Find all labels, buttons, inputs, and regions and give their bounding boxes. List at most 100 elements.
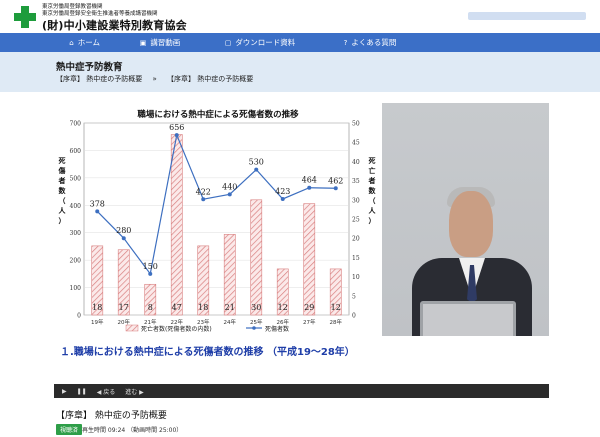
nav-home[interactable]: ⌂ ホーム [0, 33, 130, 52]
line-value-label: 423 [275, 187, 290, 196]
bar [303, 203, 316, 316]
play-icon[interactable]: ▶ [62, 388, 67, 395]
document-icon: ▢ [224, 38, 232, 47]
bar-value-label: 12 [331, 303, 341, 312]
logo-cross-icon[interactable] [14, 6, 36, 28]
breadcrumb-separator: » [152, 75, 157, 83]
y-axis-label-char: 人 [59, 206, 67, 215]
nav-faq-label: よくある質問 [351, 38, 397, 47]
x-tick-label: 21年 [144, 318, 157, 326]
nav-videos[interactable]: ▣ 講習動画 [130, 33, 190, 52]
x-tick-label: 22年 [171, 318, 184, 326]
breadcrumb-item-2: 【序章】 熱中症の予防概要 [167, 75, 254, 83]
y2-tick-label: 5 [352, 293, 356, 300]
nav-downloads-label: ダウンロード資料 [235, 38, 296, 47]
y2-axis-label-char: （ [369, 197, 376, 205]
line-point [174, 133, 179, 138]
x-tick-label: 24年 [224, 318, 237, 326]
bar-value-label: 18 [198, 303, 208, 312]
video-player[interactable]: 職場における熱中症による死傷者数の推移 死傷者数（人） 死亡者数（人） 0 100… [54, 103, 549, 398]
page-header: 熱中症予防教育 【序章】 熱中症の予防概要 » 【序章】 熱中症の予防概要 [0, 52, 600, 92]
video-icon: ▣ [139, 38, 147, 47]
line-point [201, 197, 206, 202]
nav-downloads[interactable]: ▢ ダウンロード資料 [190, 33, 310, 52]
line-value-label: 464 [302, 176, 317, 185]
y-axis-label-char: （ [59, 197, 66, 205]
lesson-title: 【序章】 熱中症の予防概要 [56, 411, 167, 421]
series-line [96, 132, 336, 276]
line-value-label: 656 [169, 123, 184, 132]
y2-axis-label-char: 人 [369, 206, 377, 215]
legend-line-marker [252, 326, 256, 330]
forward-button[interactable]: 進む ▶ [125, 387, 144, 396]
line-point [280, 196, 285, 201]
y2-tick-label: 20 [352, 236, 360, 243]
y-tick-label: 500 [70, 175, 82, 182]
legend-bar-label: 死亡者数(死傷者数の内数) [141, 325, 212, 333]
y-axis-label-char: 傷 [58, 166, 66, 175]
y2-tick-label: 0 [352, 313, 356, 320]
bar-value-label: 18 [92, 303, 102, 312]
y2-tick-label: 35 [352, 178, 360, 185]
line-value-label: 422 [196, 187, 211, 196]
y2-tick-label: 30 [352, 197, 360, 204]
y-tick-label: 300 [70, 230, 82, 237]
x-tick-label: 23年 [197, 318, 210, 326]
y-axis-label-char: ） [59, 217, 66, 225]
line-value-label: 462 [328, 176, 343, 185]
lecture-slide: 職場における熱中症による死傷者数の推移 死傷者数（人） 死亡者数（人） 0 100… [54, 103, 382, 336]
y-tick-label: 0 [77, 313, 81, 320]
pause-icon[interactable]: ❚❚ [77, 388, 87, 395]
y-tick-label: 400 [70, 203, 82, 210]
bar-value-label: 17 [119, 303, 129, 312]
y2-tick-label: 40 [352, 159, 360, 166]
line-point [227, 192, 232, 197]
line-point [254, 167, 259, 172]
line-value-label: 440 [222, 182, 237, 191]
play-time-info: 再生時間 09:24 （動画時間 25:00） [82, 427, 183, 434]
bar-value-label: 21 [225, 303, 235, 312]
y-tick-label: 600 [70, 148, 82, 155]
line-value-label: 280 [116, 226, 131, 235]
x-tick-label: 27年 [303, 318, 316, 326]
line-point [148, 271, 153, 276]
casualty-chart: 職場における熱中症による死傷者数の推移 死傷者数（人） 死亡者数（人） 0100… [58, 109, 377, 333]
main-nav: ⌂ ホーム ▣ 講習動画 ▢ ダウンロード資料 ? よくある質問 [0, 33, 600, 52]
watched-badge: 視聴済 [56, 424, 83, 435]
bar [250, 199, 263, 316]
y2-tick-label: 50 [352, 121, 360, 128]
y2-tick-label: 15 [352, 255, 360, 262]
line-point [333, 186, 338, 191]
bar [170, 134, 183, 316]
presenter-head [449, 191, 493, 257]
y-axis-label: 死傷者数 （人 ） [58, 157, 67, 225]
chart-title: 職場における熱中症による死傷者数の推移 [137, 109, 299, 120]
y2-axis-label-char: 数 [369, 186, 377, 195]
bar-value-label: 12 [278, 303, 288, 312]
bar-value-label: 8 [148, 303, 153, 312]
user-info-blurred [468, 12, 586, 20]
nav-faq[interactable]: ? よくある質問 [310, 33, 420, 52]
y2-tick-label: 25 [352, 217, 360, 224]
bar-value-label: 29 [304, 303, 314, 312]
y-axis-label-char: 者 [58, 176, 66, 185]
line-value-label: 530 [249, 158, 264, 167]
org-name[interactable]: (財)中小建設業特別教育協会 [42, 17, 187, 33]
back-button[interactable]: ◀ 戻る [97, 387, 116, 396]
y-tick-label: 100 [70, 285, 82, 292]
slide-caption-bar: １.職場における熱中症による死傷者数の推移 （平成19～28年） [54, 336, 549, 384]
line-point [121, 236, 126, 241]
home-icon: ⌂ [69, 38, 74, 47]
y2-axis-label-char: ） [369, 217, 376, 225]
bar-value-label: 47 [172, 303, 182, 312]
y2-tick-label: 45 [352, 140, 360, 147]
line-point [307, 185, 312, 190]
y2-axis-label-char: 死 [368, 157, 376, 165]
breadcrumb-item-1[interactable]: 【序章】 熱中症の予防概要 [56, 75, 142, 83]
legend-line-label: 死傷者数 [265, 325, 289, 333]
question-icon: ? [343, 38, 348, 47]
y2-axis-label-char: 者 [368, 176, 376, 185]
video-controls: ▶ ❚❚ ◀ 戻る 進む ▶ [54, 384, 549, 398]
x-tick-label: 26年 [277, 318, 290, 326]
x-tick-label: 19年 [91, 318, 104, 326]
